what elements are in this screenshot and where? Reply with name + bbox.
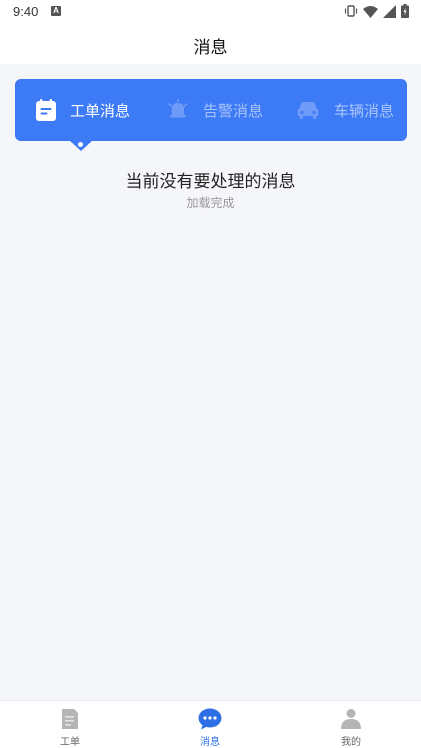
page-title: 消息 — [193, 38, 228, 58]
empty-state-title: 当前没有要处理的消息 — [125, 172, 296, 192]
nav-label: 消息 — [200, 737, 220, 748]
document-icon — [62, 709, 78, 729]
nav-work-orders[interactable]: 工单 — [20, 701, 120, 748]
status-time: 9:40 — [13, 4, 39, 19]
tab-alarm-messages[interactable]: 告警消息 — [167, 79, 263, 141]
tab-work-order-messages[interactable]: 工单消息 — [36, 79, 130, 141]
empty-state-subtitle: 加载完成 — [186, 196, 235, 210]
bottom-nav: 工单 消息 我的 — [0, 700, 421, 748]
tab-vehicle-messages[interactable]: 车辆消息 — [296, 79, 394, 141]
vibrate-icon — [344, 5, 358, 17]
work-order-icon — [36, 99, 56, 121]
bell-icon — [168, 99, 188, 118]
nav-messages[interactable]: 消息 — [160, 701, 260, 748]
user-icon — [341, 709, 361, 729]
active-tab-indicator — [78, 142, 83, 147]
nav-profile[interactable]: 我的 — [301, 701, 401, 748]
signal-icon — [383, 4, 396, 18]
notification-icon: A — [51, 6, 61, 16]
status-bar: 9:40 A — [0, 0, 421, 24]
message-tabs: 工单消息 告警消息 车辆消息 — [15, 79, 407, 141]
tab-label: 告警消息 — [203, 101, 264, 120]
nav-label: 工单 — [60, 737, 80, 748]
nav-label: 我的 — [341, 737, 361, 748]
battery-icon — [401, 4, 409, 18]
tab-label: 车辆消息 — [334, 101, 395, 120]
app-header: 消息 — [0, 24, 421, 64]
chat-bubble-icon — [198, 708, 222, 730]
status-icons — [344, 4, 409, 18]
car-icon — [297, 102, 319, 119]
tab-label: 工单消息 — [70, 101, 131, 120]
wifi-icon — [363, 5, 378, 18]
